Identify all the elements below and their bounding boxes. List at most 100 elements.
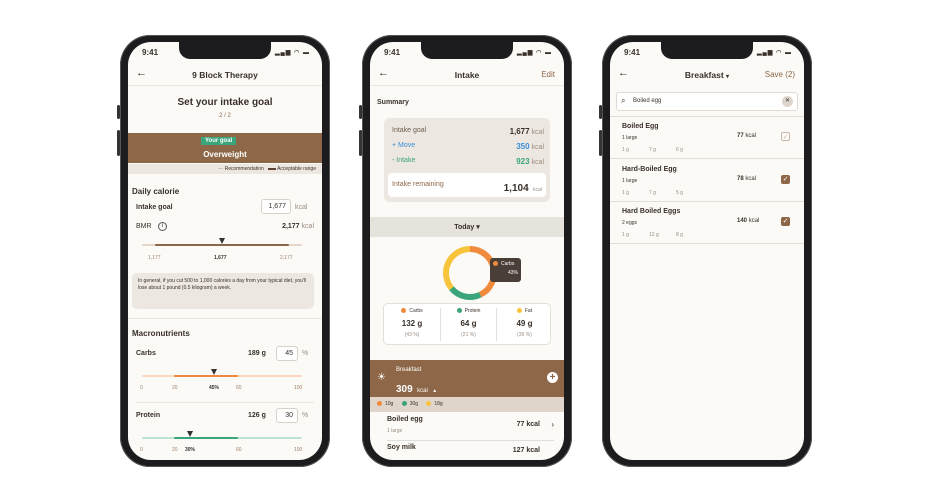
daily-calorie-heading: Daily calorie	[132, 187, 180, 196]
select-checkbox[interactable]: ✓	[781, 174, 790, 184]
donut-tooltip: Carbs 43%	[490, 258, 521, 282]
nav-bar: ← Breakfast ▾ Save (2)	[610, 64, 804, 86]
food-row-soy-milk[interactable]: Soy milk 127 kcal	[387, 442, 554, 458]
intake-screen: 9:41 ▂▄▆ ◠ ▬ ← Intake Edit Summary Intak…	[370, 42, 564, 460]
select-checkbox[interactable]: ✓	[781, 217, 790, 226]
breakfast-header[interactable]: ☀ Breakfast 309 kcal ▲ +	[370, 360, 564, 397]
step-indicator: 2 / 2	[219, 113, 231, 119]
intake-goal-input[interactable]: 1,677	[261, 199, 291, 214]
result-macro: 6 g	[676, 147, 683, 153]
result-serving: 1 large	[622, 135, 638, 141]
protein-label: Protein	[136, 412, 161, 419]
food-serving: 1 large	[387, 428, 403, 434]
nav-title: 9 Block Therapy	[192, 70, 258, 80]
donut-slice-protein[interactable]	[449, 286, 482, 300]
result-macro: 1 g	[622, 232, 629, 238]
macro-grams: 132 g	[401, 319, 423, 328]
macro-label: Carbs	[409, 308, 423, 314]
signal-wifi-battery-icon: ▂▄▆ ◠ ▬	[274, 50, 310, 56]
food-name: Boiled egg	[387, 416, 423, 423]
intake-goal-label: Intake goal	[136, 204, 173, 211]
search-query: Boiled egg	[633, 98, 662, 104]
summary-row: Intake goal 1,677 kcal	[392, 127, 544, 136]
search-result[interactable]: Boiled Egg 1 large 1 g 7 g 6 g 77 kcal ✓	[610, 117, 804, 159]
protein-grams: 126 g	[248, 412, 266, 419]
remaining-value: 1,104	[503, 183, 529, 194]
result-kcal: 78	[737, 175, 744, 182]
macro-label: Fat	[524, 308, 533, 314]
signal-wifi-battery-icon: ▂▄▆ ◠ ▬	[756, 50, 792, 56]
food-name: Soy milk	[387, 444, 416, 451]
select-checkbox[interactable]: ✓	[781, 132, 790, 141]
carbs-tick: 20	[172, 385, 178, 391]
search-input[interactable]: ⌕ Boiled egg ✕	[616, 92, 798, 111]
tooltip-label: Carbs	[501, 261, 515, 267]
result-macro: 1 g	[622, 147, 629, 153]
row-value: 350	[516, 142, 530, 151]
edit-button[interactable]: Edit	[541, 70, 555, 79]
result-macro: 7 g	[649, 189, 656, 196]
search-result[interactable]: Hard Boiled Eggs 2 eggs 1 g 12 g 8 g 140 k…	[610, 202, 804, 244]
carbs-marker[interactable]	[211, 369, 217, 375]
macro-percent: (36 %)	[517, 332, 532, 338]
kcal-unit: kcal	[533, 187, 542, 193]
calorie-range	[155, 244, 289, 246]
nav-bar: ← 9 Block Therapy	[128, 64, 322, 86]
caret-down-icon: ▾	[726, 74, 730, 80]
meal-macros-strip: 10g 30g 18g	[370, 397, 564, 412]
save-button[interactable]: Save (2)	[765, 70, 795, 79]
protein-marker[interactable]	[187, 431, 193, 437]
kcal-unit: kcal	[531, 129, 544, 136]
legend-range: Acceptable range	[277, 166, 316, 172]
carbs-grams: 189 g	[248, 350, 266, 357]
result-name: Boiled Egg	[622, 123, 659, 130]
macro-column: Protein 64 g (21 %)	[440, 308, 496, 341]
macro-column: Fat 49 g (36 %)	[496, 308, 552, 341]
carbs-range	[174, 375, 238, 377]
bmr-value: 2,177	[282, 223, 300, 230]
nav-title: Intake	[454, 70, 480, 80]
food-kcal: 77 kcal	[516, 421, 540, 428]
donut-slice-fat[interactable]	[443, 246, 471, 291]
caret-down-icon: ▾	[476, 224, 480, 231]
your-goal-badge: Your goal	[201, 137, 237, 145]
row-value: 923	[516, 157, 530, 166]
carbs-label: Carbs	[136, 350, 156, 357]
protein-tick: 20	[172, 447, 178, 453]
macro-grams: 49 g	[516, 319, 533, 328]
carbs-tick: 100	[294, 385, 303, 391]
caret-up-icon[interactable]: ▲	[432, 388, 437, 394]
goal-screen: 9:41 ▂▄▆ ◠ ▬ ← 9 Block Therapy Set your …	[128, 42, 322, 460]
result-serving: 1 large	[622, 177, 638, 184]
macro-breakdown: Carbs 132 g (43 %) Protein 64 g (21 %) Fat 49 g…	[383, 303, 551, 345]
percent-unit: %	[302, 350, 309, 357]
page-title: Set your intake goal	[177, 97, 273, 108]
macro-grams: 64 g	[460, 319, 477, 328]
row-value: 1,677	[509, 127, 530, 136]
kcal-unit: kcal	[295, 204, 308, 211]
signal-wifi-battery-icon: ▂▄▆ ◠ ▬	[516, 50, 552, 56]
period-dropdown[interactable]: Today ▾	[370, 217, 564, 237]
kcal-unit: kcal	[531, 144, 544, 151]
period-label: Today	[454, 224, 475, 231]
sunrise-icon: ☀	[377, 372, 386, 383]
food-row-boiled-egg[interactable]: Boiled egg 1 large 77 kcal ›	[387, 413, 554, 441]
search-result[interactable]: Hard-Boiled Egg 1 large 1 g 7 g 5 g 78 kca…	[610, 160, 804, 202]
remaining-label: Intake remaining	[392, 181, 444, 188]
macro-label: Protein	[464, 308, 481, 314]
calorie-marker[interactable]	[219, 238, 225, 244]
info-box: In general, if you cut 500 to 1,000 calo…	[132, 273, 314, 309]
carbs-tick: 60	[236, 385, 242, 391]
kcal-unit: kcal	[745, 175, 757, 182]
carbs-percent-input[interactable]: 45	[276, 346, 298, 361]
chevron-right-icon: ›	[551, 420, 554, 429]
protein-percent-input[interactable]: 30	[276, 408, 298, 423]
clear-search-icon[interactable]: ✕	[782, 96, 793, 107]
result-macro: 12 g	[649, 232, 659, 238]
kcal-unit: kcal	[301, 223, 314, 230]
row-label: + Move	[392, 142, 416, 149]
add-food-button[interactable]: +	[547, 372, 558, 383]
kcal-unit: kcal	[745, 133, 757, 139]
row-label: Intake goal	[392, 127, 427, 134]
info-icon[interactable]: i	[158, 222, 167, 231]
